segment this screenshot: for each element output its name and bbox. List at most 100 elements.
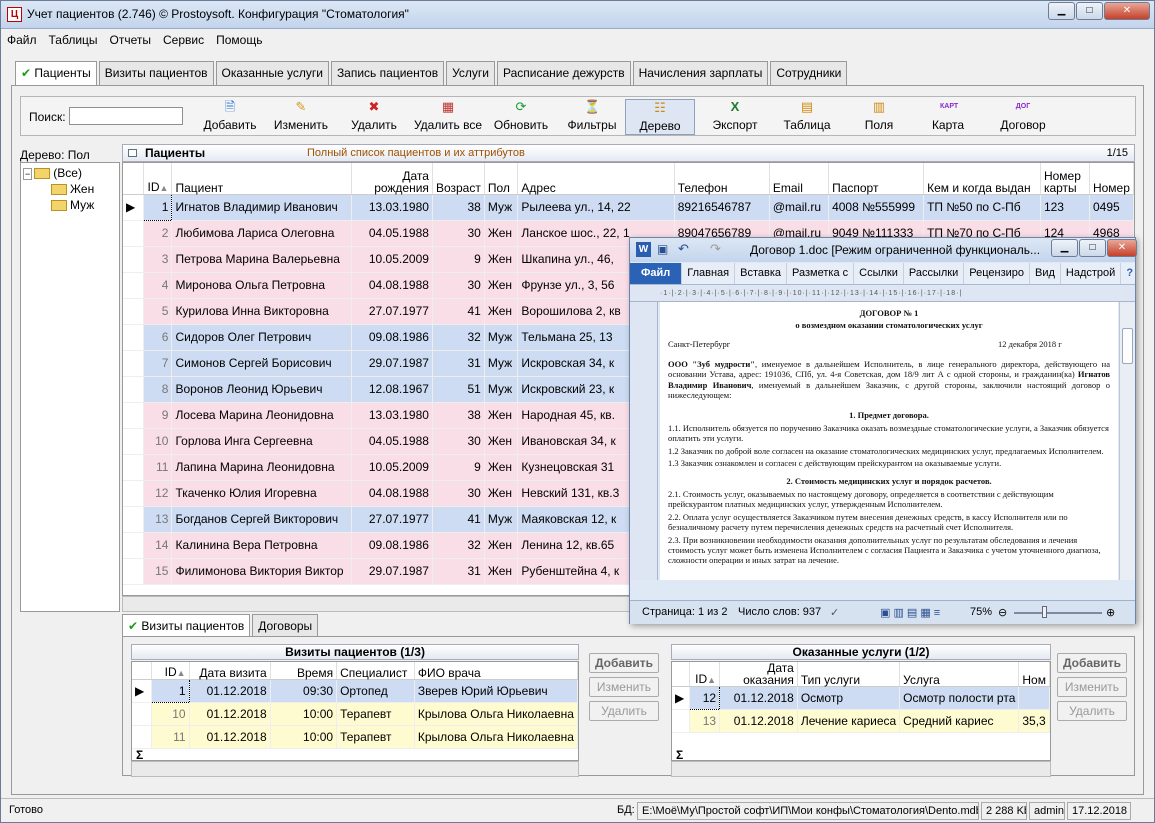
view-mode-icons[interactable]: ▣ ▥ ▤ ▦ ≡ (880, 606, 940, 619)
visits-delete-button[interactable]: Удалить (589, 701, 659, 721)
scroll-thumb[interactable] (1122, 328, 1133, 364)
col-issued-header[interactable]: Кем и когда выдан (923, 163, 1041, 195)
tab-services[interactable]: Услуги (446, 61, 496, 85)
zoom-slider[interactable] (1014, 612, 1102, 614)
cell-age: 32 (432, 324, 485, 351)
col-patient-header[interactable]: Пациент (171, 163, 352, 195)
table-row[interactable]: ▶ 12 01.12.2018 Осмотр Осмотр полости рта (672, 686, 1050, 710)
word-maximize-button[interactable]: □ (1079, 239, 1106, 257)
tab-duty-schedule[interactable]: Расписание дежурств (497, 61, 631, 85)
ribbon-addins[interactable]: Надстрой (1061, 263, 1122, 284)
table-row[interactable]: ▶ 1 01.12.2018 09:30 Ортопед Зверев Юрий Юрье… (132, 678, 578, 703)
menu-bar: Файл Таблицы Отчеты Сервис Помощь (1, 30, 1154, 50)
tree-item-female[interactable]: Жен (51, 182, 94, 196)
menu-tables[interactable]: Таблицы (43, 30, 104, 50)
table-row[interactable]: 11 01.12.2018 10:00 Терапевт Крылова Ольга Н… (132, 725, 578, 749)
services-hscroll[interactable] (671, 761, 1051, 777)
cell-name: Петрова Марина Валерьевна (171, 246, 352, 273)
menu-help[interactable]: Помощь (210, 30, 268, 50)
menu-service[interactable]: Сервис (157, 30, 210, 50)
col-number-header[interactable]: Номер (1089, 163, 1134, 195)
col-service-date-header[interactable]: Дата оказания (719, 662, 798, 687)
minimize-button[interactable]: ▁ (1048, 2, 1075, 20)
ribbon-review[interactable]: Рецензиро (964, 263, 1030, 284)
menu-file[interactable]: Файл (1, 30, 43, 50)
delete-all-button[interactable]: ▦ Удалить все (411, 99, 485, 135)
zoom-slider-thumb[interactable] (1042, 606, 1047, 618)
col-address-header[interactable]: Адрес (517, 163, 675, 195)
services-edit-button[interactable]: Изменить (1057, 677, 1127, 697)
search-input[interactable] (69, 107, 183, 125)
grid-icon (128, 149, 137, 157)
col-visit-date-header[interactable]: Дата визита (189, 662, 271, 680)
document-page[interactable]: ДОГОВОР № 1 о возмездном оказании стомат… (660, 302, 1118, 580)
col-service-header[interactable]: Услуга (899, 662, 1020, 687)
help-icon[interactable]: ? (1121, 263, 1138, 284)
visits-add-button[interactable]: Добавить (589, 653, 659, 673)
tree-root[interactable]: − (Все) (23, 166, 82, 180)
ribbon-layout[interactable]: Разметка с (787, 263, 855, 284)
col-dob-header[interactable]: Дата рождения (351, 163, 433, 195)
col-service-type-header[interactable]: Тип услуги (797, 662, 901, 687)
undo-icon[interactable]: ↶ (678, 241, 689, 257)
tab-salary[interactable]: Начисления зарплаты (632, 61, 769, 85)
tab-appointments[interactable]: Запись пациентов (330, 61, 445, 85)
ribbon-references[interactable]: Ссылки (854, 263, 904, 284)
visits-edit-button[interactable]: Изменить (589, 677, 659, 697)
col-id-header[interactable]: ID▲ (151, 662, 190, 680)
spelling-icon[interactable]: ✓ (830, 606, 839, 619)
tab-visits[interactable]: Визиты пациентов (98, 61, 214, 85)
ribbon-view[interactable]: Вид (1030, 263, 1061, 284)
refresh-button[interactable]: ⟳ Обновить (489, 99, 553, 135)
ribbon-mailings[interactable]: Рассылки (904, 263, 965, 284)
services-add-button[interactable]: Добавить (1057, 653, 1127, 673)
visits-hscroll[interactable] (131, 761, 579, 777)
col-sex-header[interactable]: Пол (484, 163, 519, 195)
menu-reports[interactable]: Отчеты (104, 30, 157, 50)
tree-button[interactable]: ☷ Дерево (625, 99, 695, 135)
filters-button[interactable]: ⏳ Фильтры (559, 99, 625, 135)
services-delete-button[interactable]: Удалить (1057, 701, 1127, 721)
word-minimize-button[interactable]: ▁ (1051, 239, 1078, 257)
col-phone-header[interactable]: Телефон (674, 163, 770, 195)
zoom-out-icon[interactable]: ⊖ (998, 606, 1007, 619)
col-doctor-header[interactable]: ФИО врача (414, 662, 578, 680)
contract-button[interactable]: ДОГ Договор (991, 99, 1055, 135)
edit-button[interactable]: ✎ Изменить (269, 99, 333, 135)
export-button[interactable]: X Экспорт (701, 99, 769, 135)
col-number-header[interactable]: Ном (1018, 662, 1050, 687)
table-row[interactable]: 13 01.12.2018 Лечение кариеса Средний карие… (672, 709, 1050, 733)
col-specialist-header[interactable]: Специалист (336, 662, 415, 680)
col-age-header[interactable]: Возраст (432, 163, 485, 195)
delete-all-icon: ▦ (441, 99, 455, 114)
col-card-header[interactable]: Номер карты (1040, 163, 1090, 195)
tab-contracts[interactable]: Договоры (252, 614, 319, 638)
cell-id: 12 (689, 686, 721, 710)
ribbon-home[interactable]: Главная (682, 263, 736, 284)
table-row[interactable]: 10 01.12.2018 10:00 Терапевт Крылова Ольга Н… (132, 702, 578, 726)
tab-services-rendered[interactable]: Оказанные услуги (215, 61, 329, 85)
tab-staff[interactable]: Сотрудники (770, 61, 848, 85)
tab-patients[interactable]: ✔ Пациенты (15, 61, 97, 86)
col-id-header[interactable]: ID▲ (143, 163, 173, 195)
zoom-in-icon[interactable]: ⊕ (1106, 606, 1115, 619)
table-row[interactable]: ▶ 1 Игнатов Владимир Иванович 13.03.1980 38 М… (123, 193, 1134, 221)
ribbon-insert[interactable]: Вставка (735, 263, 788, 284)
word-close-button[interactable]: ✕ (1107, 239, 1137, 257)
table-button[interactable]: ▤ Таблица (775, 99, 839, 135)
col-email-header[interactable]: Email (769, 163, 830, 195)
add-button[interactable]: 🗎 Добавить (199, 99, 261, 135)
redo-icon[interactable]: ↷ (710, 241, 721, 257)
ribbon-file[interactable]: Файл (630, 263, 683, 284)
card-button[interactable]: КАРТ Карта (923, 99, 973, 135)
col-id-header[interactable]: ID▲ (689, 662, 721, 687)
maximize-button[interactable]: □ (1076, 2, 1103, 20)
word-vscroll[interactable] (1119, 302, 1135, 580)
save-icon[interactable]: ▣ (657, 242, 668, 256)
col-passport-header[interactable]: Паспорт (828, 163, 925, 195)
col-time-header[interactable]: Время (270, 662, 338, 680)
tree-item-male[interactable]: Муж (51, 198, 94, 212)
fields-button[interactable]: ▥ Поля (851, 99, 907, 135)
delete-button[interactable]: ✖ Удалить (343, 99, 405, 135)
close-button[interactable]: ✕ (1104, 2, 1150, 20)
